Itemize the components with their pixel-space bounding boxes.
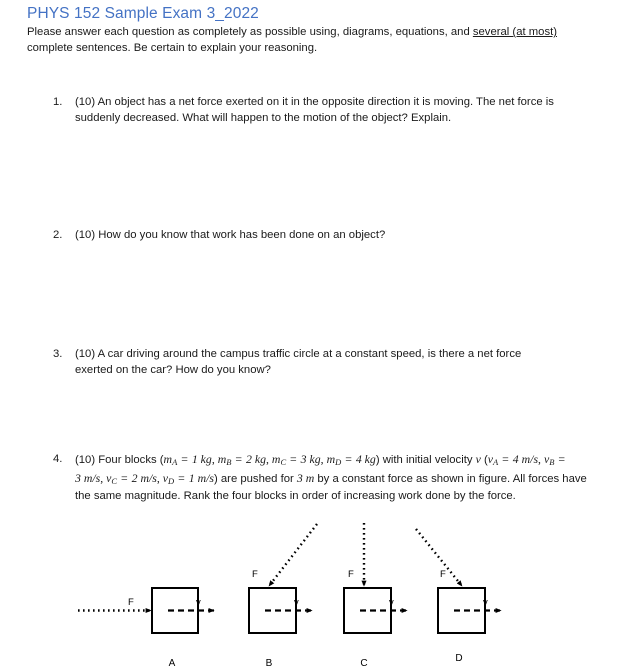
block-b-force-arrow	[268, 523, 318, 587]
block-b-force-label: F	[252, 569, 258, 580]
question-3-text: (10) A car driving around the campus tra…	[75, 348, 522, 376]
question-2-number: 2.	[53, 229, 63, 241]
q4-lead: (10) Four blocks (	[75, 454, 164, 466]
four-blocks-figure: F v A F v B F v C F v D	[0, 505, 622, 666]
question-3-number: 3.	[53, 348, 63, 360]
q4-mid2: ) are pushed for	[214, 472, 297, 485]
instructions-emphasis: several (at most)	[472, 26, 557, 38]
question-2: 2. (10) How do you know that work has be…	[53, 228, 583, 244]
block-d-group: F v D	[415, 528, 502, 664]
question-4: 4. (10) Four blocks (mA = 1 kg, mB = 2 k…	[53, 452, 593, 505]
block-a-force-label: F	[128, 597, 134, 608]
block-d-force-label: F	[440, 569, 446, 580]
block-c-velocity-label: v	[389, 597, 394, 608]
question-3: 3. (10) A car driving around the campus …	[53, 347, 553, 379]
q4-distance: 3 m	[296, 470, 315, 485]
instructions-text-end: complete sentences. Be certain to explai…	[27, 41, 318, 54]
instructions-text-start: Please answer each question as completel…	[27, 26, 473, 38]
question-1: 1. (10) An object has a net force exerte…	[53, 95, 583, 127]
block-b-label: B	[266, 658, 273, 666]
document-page: PHYS 152 Sample Exam 3_2022 Please answe…	[0, 0, 622, 666]
q4-mid1: ) with initial velocity	[375, 454, 476, 466]
block-a-label: A	[169, 658, 176, 666]
question-1-text: (10) An object has a net force exerted o…	[75, 96, 554, 124]
q4-paren-open: (	[480, 454, 488, 466]
instructions-paragraph: Please answer each question as completel…	[27, 25, 597, 56]
question-4-text: (10) Four blocks (mA = 1 kg, mB = 2 kg, …	[75, 452, 593, 505]
page-title: PHYS 152 Sample Exam 3_2022	[27, 5, 259, 22]
block-a-group: F v A	[78, 587, 215, 666]
figure-canvas: F v A F v B F v C F v D	[78, 523, 502, 666]
block-c-force-label: F	[348, 569, 354, 580]
block-b-group: F v B	[248, 523, 318, 666]
block-b-velocity-label: v	[294, 597, 299, 608]
question-1-number: 1.	[53, 96, 63, 108]
block-c-label: C	[360, 658, 367, 666]
block-a-velocity-label: v	[196, 597, 201, 608]
block-d-velocity-label: v	[483, 597, 488, 608]
question-2-text: (10) How do you know that work has been …	[75, 229, 386, 241]
block-d-force-arrow	[415, 528, 463, 587]
block-c-group: F v C	[343, 523, 408, 666]
q4-mass-list: mA = 1 kg, mB = 2 kg, mC = 3 kg, mD = 4 …	[163, 452, 376, 467]
question-4-number: 4.	[53, 453, 63, 465]
block-d-label: D	[455, 653, 462, 664]
